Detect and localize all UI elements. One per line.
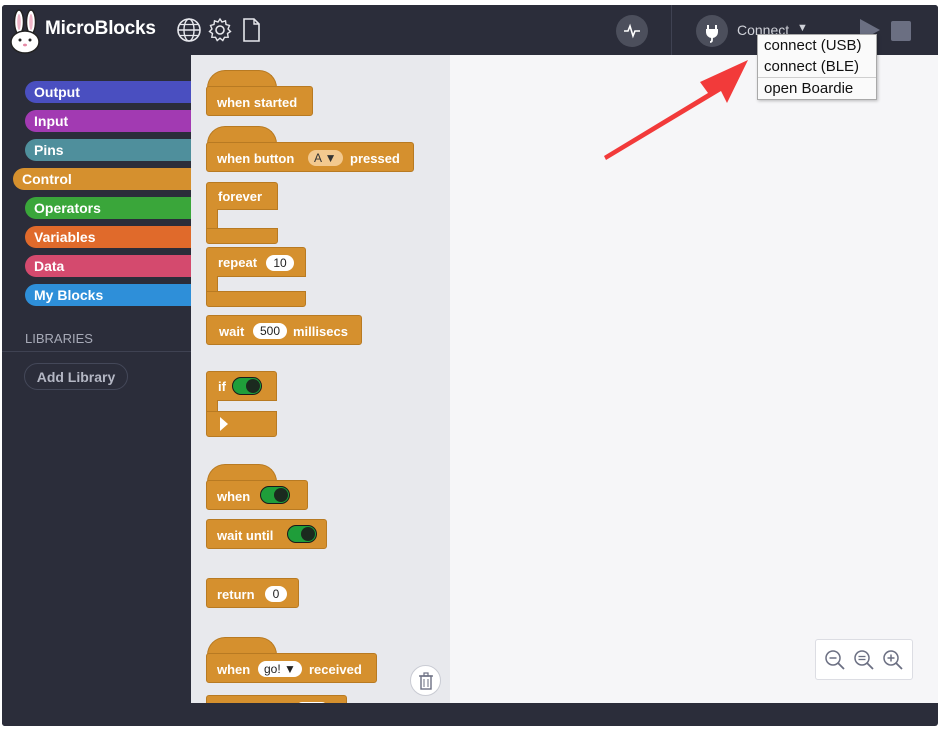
add-library-button[interactable]: Add Library bbox=[24, 363, 128, 390]
chevron-down-icon[interactable]: ▼ bbox=[797, 22, 808, 34]
block-label: repeat bbox=[218, 255, 258, 270]
trash-can-icon bbox=[418, 672, 433, 690]
block-label: return bbox=[217, 587, 255, 602]
connect-button[interactable] bbox=[696, 15, 728, 47]
file-icon[interactable] bbox=[238, 17, 264, 43]
block-label: when bbox=[217, 662, 251, 677]
stop-icon[interactable] bbox=[891, 21, 911, 41]
trash-icon[interactable] bbox=[410, 665, 441, 696]
rabbit-logo-icon[interactable] bbox=[6, 9, 44, 55]
scripting-canvas[interactable] bbox=[450, 55, 938, 703]
block-wait-until[interactable]: wait until bbox=[206, 519, 327, 549]
category-output[interactable]: Output bbox=[25, 81, 191, 103]
category-my-blocks[interactable]: My Blocks bbox=[25, 284, 191, 306]
topbar-divider bbox=[671, 5, 672, 55]
boolean-toggle[interactable] bbox=[287, 525, 317, 543]
block-wait-millisecs[interactable]: wait 500 millisecs bbox=[206, 315, 362, 345]
boolean-toggle[interactable] bbox=[260, 486, 290, 504]
category-data[interactable]: Data bbox=[25, 255, 191, 277]
partial-input[interactable] bbox=[297, 702, 327, 703]
dropdown-value: go! bbox=[264, 662, 281, 676]
menu-item-open-boardie[interactable]: open Boardie bbox=[758, 78, 876, 99]
block-label: millisecs bbox=[293, 324, 348, 339]
repeat-count-input[interactable]: 10 bbox=[266, 255, 294, 271]
libraries-heading: LIBRARIES bbox=[25, 331, 93, 346]
gear-icon[interactable] bbox=[207, 17, 233, 43]
expand-arrow-icon[interactable] bbox=[218, 416, 230, 432]
block-when-condition[interactable]: when bbox=[206, 480, 308, 510]
wait-time-input[interactable]: 500 bbox=[253, 323, 287, 339]
menu-item-connect-ble[interactable]: connect (BLE) bbox=[758, 56, 876, 77]
libraries-divider bbox=[2, 351, 191, 352]
category-control[interactable]: Control bbox=[13, 168, 191, 190]
category-variables[interactable]: Variables bbox=[25, 226, 191, 248]
c-block-bottom bbox=[206, 291, 306, 307]
block-when-started[interactable]: when started bbox=[206, 86, 313, 116]
c-block-bottom bbox=[206, 411, 277, 437]
microblocks-window: MicroBlocks Connect ▼ Output Input Pins … bbox=[2, 5, 938, 726]
c-block-side bbox=[206, 209, 218, 229]
block-repeat[interactable]: repeat 10 bbox=[206, 247, 306, 307]
block-label: wait until bbox=[217, 528, 274, 543]
block-if[interactable]: if bbox=[206, 371, 277, 437]
category-sidebar: Output Input Pins Control Operators Vari… bbox=[2, 55, 191, 726]
block-label: when button bbox=[217, 151, 295, 166]
category-pins[interactable]: Pins bbox=[25, 139, 191, 161]
message-dropdown[interactable]: go! ▼ bbox=[258, 661, 302, 677]
app-title: MicroBlocks bbox=[45, 18, 156, 39]
graph-button[interactable] bbox=[616, 15, 648, 47]
zoom-in-icon[interactable] bbox=[882, 649, 904, 671]
zoom-reset-icon[interactable] bbox=[853, 649, 875, 671]
block-label: wait bbox=[219, 324, 245, 339]
zoom-out-icon[interactable] bbox=[824, 649, 846, 671]
pulse-graph-icon bbox=[624, 23, 640, 39]
block-palette: when started when button A ▼ pressed for… bbox=[191, 55, 450, 703]
block-forever[interactable]: forever bbox=[206, 182, 278, 244]
return-value-input[interactable]: 0 bbox=[265, 586, 287, 602]
c-block-bottom bbox=[206, 228, 278, 244]
block-partial[interactable] bbox=[206, 695, 347, 703]
block-when-received[interactable]: when go! ▼ received bbox=[206, 653, 377, 683]
category-input[interactable]: Input bbox=[25, 110, 191, 132]
c-block-side bbox=[206, 276, 218, 292]
block-label: forever bbox=[218, 189, 263, 204]
zoom-controls bbox=[815, 639, 913, 680]
block-label: received bbox=[309, 662, 362, 677]
dropdown-value: A bbox=[314, 151, 322, 165]
block-label: when started bbox=[217, 95, 298, 110]
block-label: if bbox=[218, 379, 226, 394]
block-return[interactable]: return 0 bbox=[206, 578, 299, 608]
block-label: pressed bbox=[350, 151, 400, 166]
button-dropdown[interactable]: A ▼ bbox=[308, 150, 343, 166]
menu-item-connect-usb[interactable]: connect (USB) bbox=[758, 35, 876, 56]
globe-icon[interactable] bbox=[176, 17, 202, 43]
connect-dropdown-menu: connect (USB) connect (BLE) open Boardie bbox=[757, 34, 877, 100]
boolean-toggle[interactable] bbox=[232, 377, 262, 395]
category-operators[interactable]: Operators bbox=[25, 197, 191, 219]
plug-icon bbox=[706, 25, 718, 43]
block-label: when bbox=[217, 489, 251, 504]
block-when-button-pressed[interactable]: when button A ▼ pressed bbox=[206, 142, 414, 172]
